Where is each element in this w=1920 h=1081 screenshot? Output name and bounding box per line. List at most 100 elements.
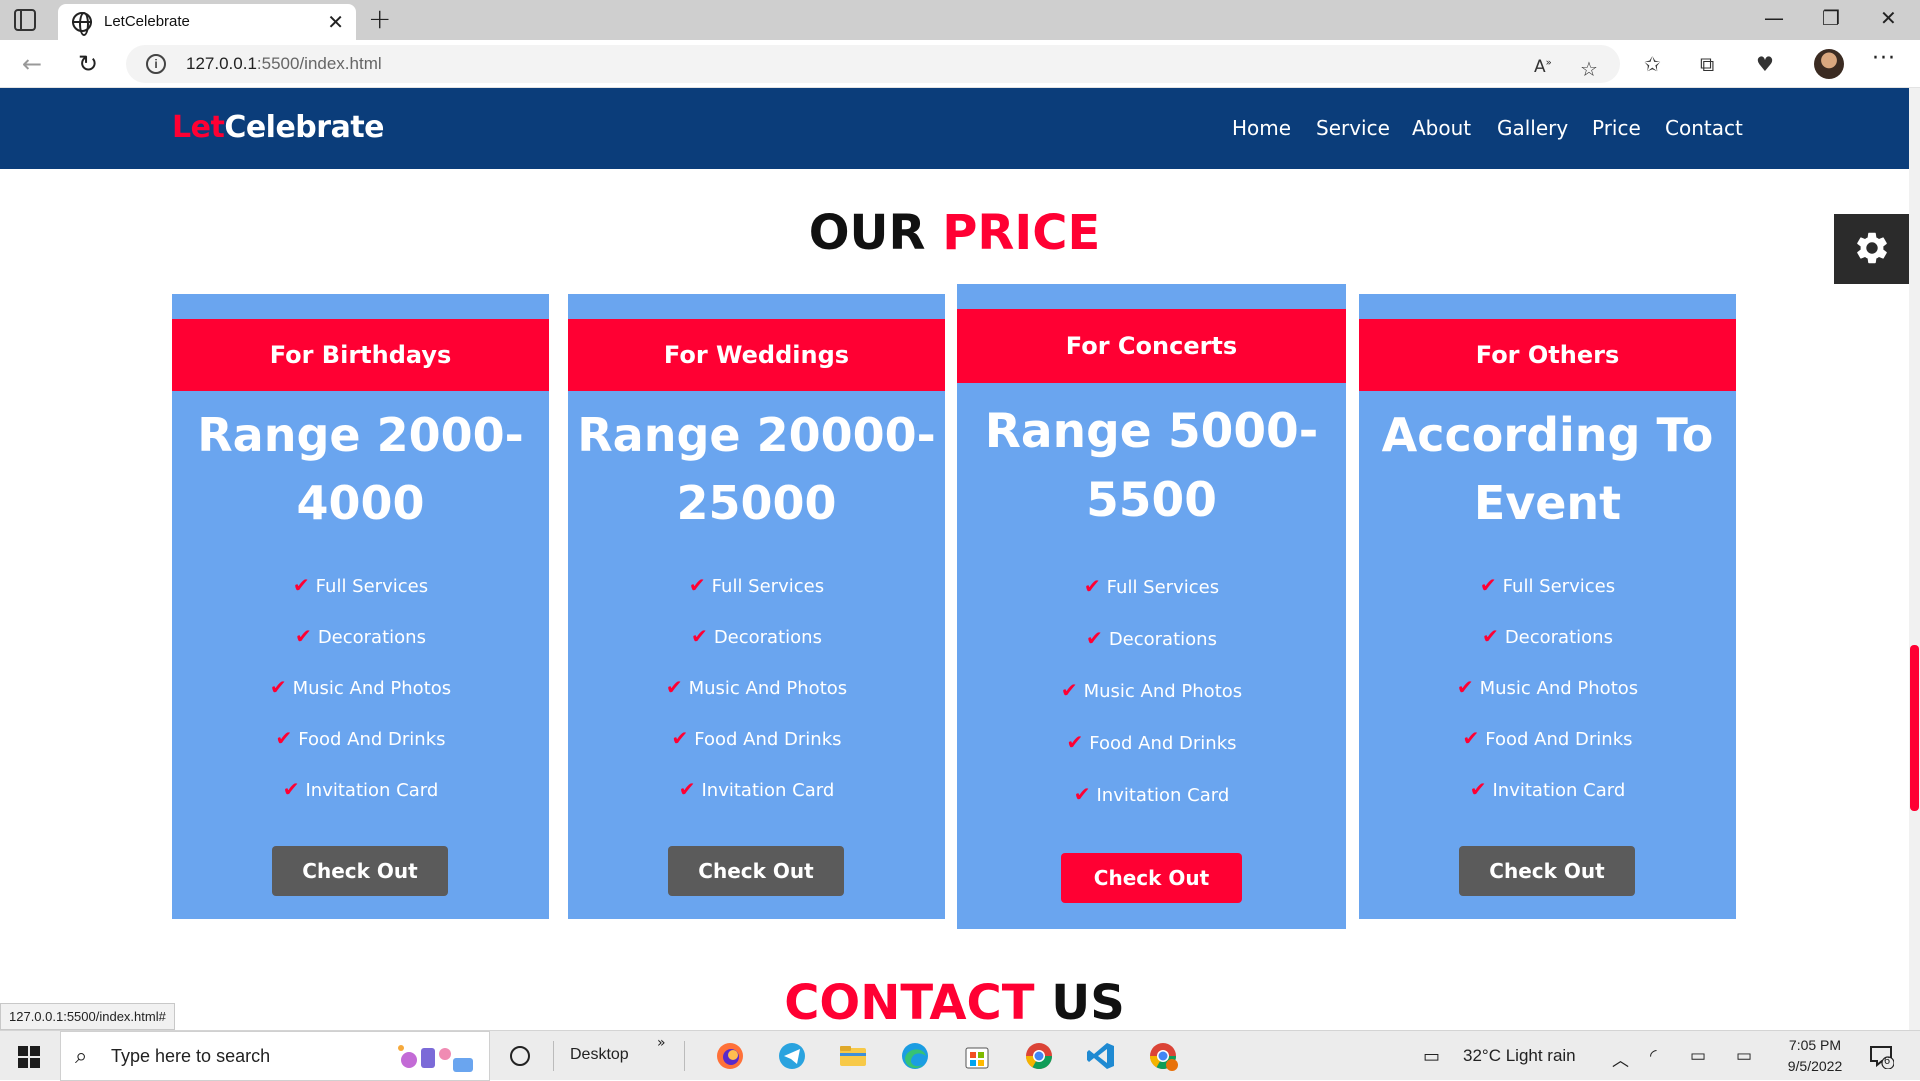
notification-center-icon[interactable]: 6 [1868, 1043, 1895, 1070]
microsoft-store-icon[interactable] [961, 1040, 993, 1072]
check-icon: ✔ [295, 624, 312, 648]
link-status-tooltip: 127.0.0.1:5500/index.html# [0, 1003, 175, 1030]
active-tab[interactable]: LetCelebrate ✕ [58, 4, 356, 40]
tab-title: LetCelebrate [104, 13, 190, 30]
card-header: For Birthdays [172, 319, 549, 391]
check-icon: ✔ [1462, 726, 1480, 750]
browser-essentials-icon[interactable]: ♥ [1756, 52, 1774, 76]
address-bar-row: ← ↻ i 127.0.0.1:5500/index.html A» ☆ ✩ ⧉… [0, 40, 1920, 88]
clock-date: 9/5/2022 [1787, 1058, 1843, 1074]
nav-home[interactable]: Home [1232, 116, 1291, 140]
check-icon: ✔ [1456, 675, 1474, 699]
favorites-icon[interactable]: ✩ [1644, 52, 1661, 76]
chrome-icon[interactable] [1023, 1040, 1055, 1072]
check-icon: ✔ [292, 573, 310, 597]
url-text[interactable]: 127.0.0.1:5500/index.html [186, 54, 382, 74]
tray-overflow-icon[interactable]: ︿ [1612, 1046, 1629, 1071]
restore-icon[interactable]: ❐ [1822, 6, 1840, 30]
check-icon: ✔ [1086, 626, 1103, 650]
nav-service[interactable]: Service [1316, 116, 1390, 140]
site-logo[interactable]: LetCelebrate [172, 110, 385, 145]
display-icon[interactable]: ▭ [1736, 1046, 1752, 1066]
minimize-icon[interactable]: — [1764, 6, 1784, 30]
battery-icon[interactable]: ▭ [1690, 1046, 1706, 1066]
refresh-icon[interactable]: ↻ [78, 50, 98, 78]
nav-gallery[interactable]: Gallery [1497, 116, 1568, 140]
nav-contact[interactable]: Contact [1665, 116, 1743, 140]
check-out-button[interactable]: Check Out [1061, 853, 1242, 903]
feature-item: ✔ Decorations [295, 624, 426, 648]
feature-list: ✔ Full Services ✔ Decorations ✔ Music And P… [957, 560, 1346, 820]
feature-list: ✔ Full Services ✔ Decorations ✔ Music And P… [568, 560, 945, 815]
price-card-others: For Others According To Event ✔ Full Serv… [1359, 294, 1736, 919]
wifi-icon[interactable]: ◜ [1650, 1046, 1657, 1066]
feature-item: ✔ Food And Drinks [671, 726, 842, 750]
check-out-button[interactable]: Check Out [668, 846, 844, 896]
page-scrollbar[interactable] [1909, 88, 1920, 1030]
card-range-line1: According To [1381, 408, 1714, 462]
price-card-concerts: For Concerts Range 5000- 5500 ✔ Full Serv… [957, 284, 1346, 929]
feature-item: ✔ Decorations [691, 624, 822, 648]
feature-item: ✔ Decorations [1482, 624, 1613, 648]
more-menu-icon[interactable]: ··· [1872, 46, 1896, 71]
read-aloud-icon[interactable]: A» [1534, 57, 1552, 77]
address-bar[interactable]: i 127.0.0.1:5500/index.html A» ☆ [126, 45, 1620, 83]
price-section-title: OUR PRICE [808, 205, 1101, 261]
check-icon: ✔ [1482, 624, 1499, 648]
feature-item: ✔ Full Services [1083, 574, 1220, 598]
check-out-button[interactable]: Check Out [1459, 846, 1635, 896]
back-icon[interactable]: ← [22, 50, 42, 78]
nav-about[interactable]: About [1412, 116, 1471, 140]
search-placeholder: Type here to search [111, 1046, 271, 1066]
card-header: For Weddings [568, 319, 945, 391]
nav-price[interactable]: Price [1592, 116, 1641, 140]
chrome-profile-icon[interactable] [1147, 1040, 1179, 1072]
new-tab-button[interactable]: + [368, 2, 391, 35]
globe-icon [72, 12, 92, 36]
tab-actions-icon[interactable] [14, 9, 36, 31]
taskbar-separator [684, 1041, 685, 1071]
feature-item: ✔ Music And Photos [665, 675, 848, 699]
weather-text[interactable]: 32°C Light rain [1463, 1046, 1576, 1066]
profile-avatar[interactable] [1814, 49, 1844, 79]
feature-item: ✔ Music And Photos [1060, 678, 1243, 702]
windows-start-icon[interactable] [18, 1046, 40, 1068]
vscode-icon[interactable] [1085, 1040, 1117, 1072]
file-explorer-icon[interactable] [837, 1040, 869, 1072]
close-tab-icon[interactable]: ✕ [327, 10, 344, 34]
check-icon: ✔ [688, 573, 706, 597]
check-out-button[interactable]: Check Out [272, 846, 448, 896]
scrollbar-thumb[interactable] [1910, 645, 1919, 811]
check-icon: ✔ [1083, 574, 1101, 598]
search-icon: ⌕ [75, 1044, 88, 1069]
card-range-line2: 4000 [296, 476, 425, 530]
card-range-line1: Range 20000- [577, 408, 936, 462]
search-highlight-icon [398, 1045, 473, 1072]
feature-item: ✔ Food And Drinks [1462, 726, 1633, 750]
desktop-toolbar-label[interactable]: Desktop [570, 1046, 629, 1064]
contact-section-title: CONTACT US [784, 975, 1125, 1030]
toolbar-expand-icon[interactable]: » [657, 1035, 666, 1051]
cortana-icon[interactable] [510, 1046, 530, 1066]
card-header: For Concerts [957, 309, 1346, 383]
feature-item: ✔ Food And Drinks [275, 726, 446, 750]
feature-item: ✔ Invitation Card [1073, 782, 1230, 806]
check-icon: ✔ [691, 624, 708, 648]
close-window-icon[interactable]: ✕ [1880, 6, 1897, 30]
taskbar-search[interactable]: ⌕ Type here to search [60, 1031, 490, 1081]
card-range-line2: Event [1473, 476, 1622, 530]
feature-item: ✔ Full Services [292, 573, 429, 597]
taskbar-clock[interactable]: 7:05 PM 9/5/2022 [1770, 1035, 1860, 1077]
telegram-icon[interactable] [776, 1040, 808, 1072]
feature-item: ✔ Music And Photos [1456, 675, 1639, 699]
site-info-icon[interactable]: i [146, 54, 166, 74]
add-favorite-icon[interactable]: ☆ [1580, 57, 1598, 81]
edge-icon[interactable] [899, 1040, 931, 1072]
firefox-icon[interactable] [714, 1040, 746, 1072]
weather-icon[interactable]: ▭ [1423, 1046, 1440, 1067]
collections-icon[interactable]: ⧉ [1700, 52, 1714, 76]
feature-item: ✔ Decorations [1086, 626, 1217, 650]
windows-taskbar: ⌕ Type here to search Desktop » ▭ 32°C L… [0, 1030, 1920, 1081]
browser-tab-strip: LetCelebrate ✕ + — ❐ ✕ [0, 0, 1920, 40]
clock-time: 7:05 PM [1788, 1037, 1842, 1053]
